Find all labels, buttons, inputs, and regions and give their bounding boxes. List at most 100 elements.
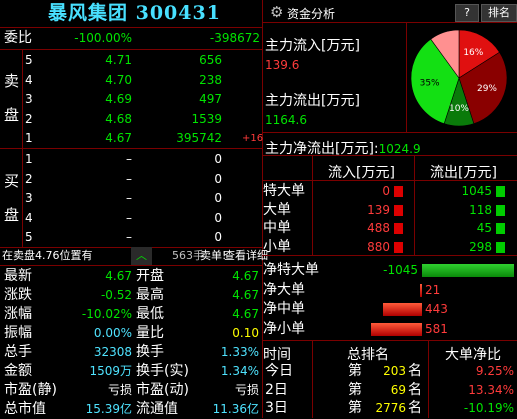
- order-outflow: 1045: [461, 184, 492, 198]
- quote-row: 涨跌 -0.52 最高 4.67: [0, 286, 262, 305]
- quote-value: 15.39亿: [85, 402, 132, 416]
- quote-value: -0.52: [100, 288, 132, 302]
- sell-volume: 395742: [176, 131, 222, 145]
- sell-row: 2 4.68 1539: [0, 110, 262, 129]
- order-row: 中单 488 45: [262, 219, 517, 238]
- sell-level: 1: [25, 131, 33, 145]
- net-bar-positive: [370, 322, 422, 336]
- rank-suffix: 名: [408, 381, 422, 398]
- quote-label: 开盘: [136, 268, 164, 284]
- quote-label: 流通值: [136, 401, 178, 417]
- quote-value: 0.00%: [93, 326, 132, 340]
- quote-label: 涨跌: [4, 287, 32, 303]
- order-row: 小单 880 298: [262, 238, 517, 257]
- outflow-swatch: [496, 223, 505, 234]
- quote-value: 1.33%: [220, 345, 259, 359]
- orders-outflow-header: 流出[万元]: [430, 165, 497, 181]
- quote-row: 金额 1509万 换手(实) 1.34%: [0, 362, 262, 381]
- rank-time: 2日: [265, 381, 288, 398]
- quote-value: 0.10: [232, 326, 259, 340]
- net-row: 净中单 443: [262, 300, 517, 319]
- net-value: 21: [425, 282, 441, 297]
- sell-volume: 497: [199, 92, 222, 106]
- inflow-swatch: [394, 186, 403, 197]
- quote-value: 4.67: [105, 269, 132, 283]
- sell-row: 3 4.69 497: [0, 90, 262, 109]
- quote-label: 量比: [136, 325, 164, 341]
- status-position: 在卖盘4.76位置有: [2, 249, 93, 262]
- main-inflow-label: 主力流入[万元]: [265, 38, 360, 54]
- quote-label: 涨幅: [4, 306, 32, 322]
- quote-row: 最新 4.67 开盘 4.67: [0, 267, 262, 286]
- quote-label: 换手(实): [136, 363, 189, 379]
- rank-number: 2776: [375, 401, 406, 415]
- sell-price: 4.67: [105, 131, 132, 145]
- rank-row: 3日 第 2776 名 -10.19%: [262, 399, 517, 418]
- quote-label: 总市值: [4, 401, 46, 417]
- buy-volume: 0: [214, 152, 222, 166]
- wei-label: 委比: [4, 30, 32, 46]
- order-type-label: 中单: [263, 220, 291, 236]
- tab-capital-analysis[interactable]: 资金分析: [287, 5, 335, 22]
- sell-row: 4 4.70 238: [0, 71, 262, 90]
- order-outflow: 298: [469, 239, 492, 254]
- buy-level: 5: [25, 230, 33, 244]
- buy-volume: 0: [214, 210, 222, 225]
- inflow-swatch: [394, 223, 403, 234]
- rank-prefix: 第: [348, 400, 362, 416]
- buy-price: –: [126, 210, 132, 225]
- quote-row: 振幅 0.00% 量比 0.10: [0, 324, 262, 343]
- net-row: 净大单 21: [262, 281, 517, 300]
- help-button[interactable]: ?: [455, 4, 479, 22]
- expand-arrow-icon[interactable]: ︿: [131, 247, 152, 265]
- rank-total-header: 总排名: [347, 347, 389, 363]
- net-label: 净大单: [263, 281, 305, 298]
- rank-row: 2日 第 69 名 13.34%: [262, 381, 517, 400]
- rank-row: 今日 第 203 名 9.25%: [262, 362, 517, 381]
- sell-price: 4.68: [105, 111, 132, 126]
- quote-label: 最低: [136, 306, 164, 322]
- quote-row: 总市值 15.39亿 流通值 11.36亿: [0, 400, 262, 419]
- buy-row: 3 – 0: [0, 189, 262, 208]
- wei-diff: -398672: [209, 31, 260, 45]
- order-inflow: 880: [367, 239, 390, 254]
- quote-value: 亏损: [234, 383, 259, 397]
- outflow-swatch: [496, 204, 505, 216]
- buy-price: –: [126, 152, 132, 166]
- rank-number: 69: [390, 382, 406, 397]
- buy-volume: 0: [214, 171, 222, 186]
- buy-row: 4 – 0: [0, 209, 262, 228]
- net-label: 净特大单: [263, 262, 319, 278]
- order-row: 大单 139 118: [262, 201, 517, 220]
- rank-button[interactable]: 排名: [481, 4, 517, 22]
- buy-row: 1 – 0: [0, 150, 262, 169]
- buy-price: –: [126, 171, 132, 186]
- rank-suffix: 名: [408, 400, 422, 416]
- main-net-outflow: 主力净流出[万元]:1024.9: [265, 138, 421, 158]
- main-inflow-value: 139.6: [265, 58, 300, 72]
- buy-price: –: [126, 191, 132, 205]
- quote-value: 4.67: [232, 288, 259, 302]
- quote-label: 最新: [4, 268, 32, 284]
- fund-flow-pie: 16% 29% 10% 35%: [410, 29, 508, 127]
- quote-value: 11.36亿: [212, 402, 259, 416]
- outflow-swatch: [496, 186, 505, 197]
- net-row: 净特大单 -1045: [262, 261, 517, 280]
- sell-volume: 656: [199, 53, 222, 67]
- rank-prefix: 第: [348, 363, 362, 379]
- gear-icon[interactable]: ⚙: [270, 5, 284, 20]
- order-outflow: 118: [469, 202, 492, 217]
- main-outflow-value: 1164.6: [265, 113, 307, 127]
- net-label: 净中单: [263, 301, 305, 317]
- buy-row: 2 – 0: [0, 170, 262, 189]
- quote-value: 亏损: [107, 383, 132, 397]
- quote-value: 1.34%: [220, 364, 259, 378]
- wei-row: 委比 -100.00% -398672: [0, 29, 262, 48]
- sell-change: +16: [242, 133, 264, 144]
- order-inflow: 0: [382, 184, 390, 198]
- rank-time: 今日: [265, 363, 293, 379]
- pie-slice-label: 29%: [477, 84, 497, 94]
- rank-prefix: 第: [348, 381, 362, 398]
- inflow-swatch: [394, 241, 403, 253]
- buy-volume: 0: [214, 191, 222, 205]
